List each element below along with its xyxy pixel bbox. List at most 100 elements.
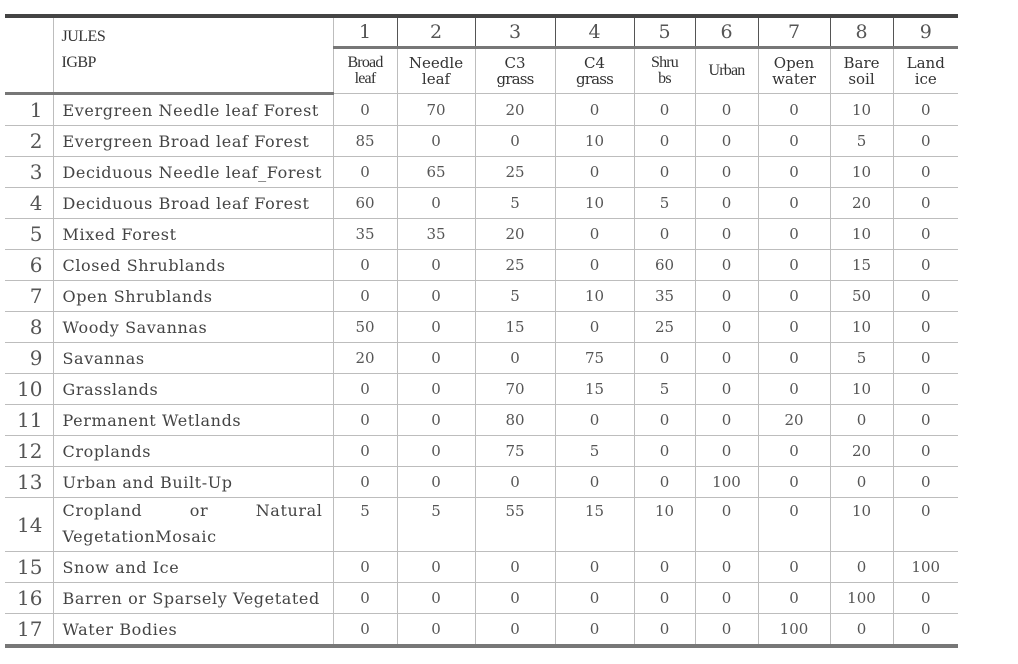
fraction-cell: 15 bbox=[829, 249, 894, 281]
igbp-class-name: Urban and Built-Up bbox=[52, 466, 334, 498]
fraction-cell: 0 bbox=[396, 582, 476, 614]
fraction-cell: 10 bbox=[829, 497, 894, 552]
fraction-cell: 0 bbox=[633, 582, 696, 614]
fraction-cell: 10 bbox=[829, 93, 894, 126]
fraction-cell: 5 bbox=[474, 187, 556, 219]
label-line: leaf bbox=[354, 70, 377, 87]
fraction-cell: 50 bbox=[829, 280, 894, 312]
fraction-cell: 5 bbox=[474, 280, 556, 312]
fraction-cell: 0 bbox=[396, 249, 476, 281]
fraction-cell: 0 bbox=[694, 156, 759, 188]
label-line: leaf bbox=[421, 70, 451, 88]
fraction-cell: 0 bbox=[892, 311, 958, 343]
fraction-cell: 0 bbox=[757, 311, 831, 343]
fraction-cell: 0 bbox=[332, 373, 398, 405]
jules-col-num: 3 bbox=[474, 15, 556, 48]
igbp-class-name: Croplands bbox=[52, 435, 334, 467]
fraction-cell: 0 bbox=[633, 551, 696, 583]
fraction-cell: 5 bbox=[554, 435, 635, 467]
fraction-cell: 10 bbox=[829, 373, 894, 405]
fraction-cell: 0 bbox=[892, 93, 958, 126]
fraction-cell: 0 bbox=[694, 342, 759, 374]
fraction-cell: 0 bbox=[554, 156, 635, 188]
table-row: 4 Deciduous Broad leaf Forest 60 0 5 10 5 0 0 20 0 bbox=[5, 187, 958, 219]
fraction-cell: 0 bbox=[694, 551, 759, 583]
fraction-cell: 0 bbox=[892, 125, 958, 157]
igbp-class-number: 11 bbox=[5, 404, 54, 436]
jules-col-num: 2 bbox=[396, 15, 476, 48]
fraction-cell: 0 bbox=[829, 551, 894, 583]
igbp-class-name: Permanent Wetlands bbox=[52, 404, 334, 436]
igbp-class-number: 5 bbox=[5, 218, 54, 250]
igbp-class-name: Deciduous Broad leaf Forest bbox=[52, 187, 334, 219]
fraction-cell: 0 bbox=[757, 280, 831, 312]
jules-col-num: 1 bbox=[332, 15, 398, 48]
fraction-cell: 0 bbox=[633, 93, 696, 126]
fraction-cell: 0 bbox=[757, 342, 831, 374]
igbp-class-name: Mixed Forest bbox=[52, 218, 334, 250]
igbp-class-number: 16 bbox=[5, 582, 54, 614]
header-row-numbers: JULES IGBP 1 2 3 4 5 6 7 8 9 bbox=[5, 15, 958, 95]
fraction-cell: 0 bbox=[633, 342, 696, 374]
igbp-class-name: Woody Savannas bbox=[52, 311, 334, 343]
fraction-cell: 0 bbox=[396, 551, 476, 583]
fraction-cell: 0 bbox=[757, 218, 831, 250]
fraction-cell: 0 bbox=[633, 156, 696, 188]
fraction-cell: 0 bbox=[757, 582, 831, 614]
fraction-cell: 65 bbox=[396, 156, 476, 188]
fraction-cell: 0 bbox=[757, 435, 831, 467]
fraction-cell: 0 bbox=[332, 156, 398, 188]
fraction-cell: 0 bbox=[396, 342, 476, 374]
igbp-class-number: 15 bbox=[5, 551, 54, 583]
fraction-cell: 0 bbox=[396, 613, 476, 647]
table-row: 14 Cropland or Natural VegetationMosaic 5 5 55 1… bbox=[5, 497, 958, 552]
name-word: Cropland bbox=[62, 501, 143, 520]
jules-col-num: 8 bbox=[829, 15, 894, 48]
fraction-cell: 0 bbox=[757, 187, 831, 219]
fraction-cell: 35 bbox=[396, 218, 476, 250]
fraction-cell: 0 bbox=[892, 373, 958, 405]
igbp-class-name: Cropland or Natural VegetationMosaic bbox=[52, 497, 334, 552]
fraction-cell: 35 bbox=[633, 280, 696, 312]
label-line: C4 bbox=[583, 54, 606, 72]
igbp-class-number: 1 bbox=[5, 93, 54, 126]
table-row: 16 Barren or Sparsely Vegetated 0 0 0 0 0 0 0 100… bbox=[5, 582, 958, 614]
igbp-class-name: Evergreen Needle leaf Forest bbox=[52, 93, 334, 126]
label-line: Urban bbox=[708, 62, 746, 79]
table-row: 5 Mixed Forest 35 35 20 0 0 0 0 10 0 bbox=[5, 218, 958, 250]
fraction-cell: 0 bbox=[332, 93, 398, 126]
fraction-cell: 25 bbox=[474, 156, 556, 188]
fraction-cell: 0 bbox=[757, 249, 831, 281]
fraction-cell: 0 bbox=[474, 342, 556, 374]
fraction-cell: 0 bbox=[474, 551, 556, 583]
igbp-to-jules-table: JULES IGBP 1 2 3 4 5 6 7 8 9 Broad leaf N… bbox=[5, 14, 958, 648]
fraction-cell: 0 bbox=[694, 311, 759, 343]
fraction-cell: 0 bbox=[554, 311, 635, 343]
fraction-cell: 0 bbox=[757, 373, 831, 405]
jules-col-label: Shru bs bbox=[633, 46, 696, 94]
fraction-cell: 0 bbox=[332, 613, 398, 647]
fraction-cell: 0 bbox=[554, 466, 635, 498]
name-line-1: Cropland or Natural bbox=[62, 499, 333, 525]
fraction-cell: 0 bbox=[694, 125, 759, 157]
label-line: grass bbox=[575, 70, 614, 88]
fraction-cell: 25 bbox=[633, 311, 696, 343]
igbp-class-number: 9 bbox=[5, 342, 54, 374]
fraction-cell: 25 bbox=[474, 249, 556, 281]
table-row: 15 Snow and Ice 0 0 0 0 0 0 0 0 100 bbox=[5, 551, 958, 583]
fraction-cell: 0 bbox=[829, 404, 894, 436]
fraction-cell: 0 bbox=[829, 466, 894, 498]
fraction-cell: 0 bbox=[694, 93, 759, 126]
jules-col-num: 4 bbox=[554, 15, 635, 48]
fraction-cell: 0 bbox=[694, 187, 759, 219]
table-body: 1 Evergreen Needle leaf Forest 0 70 20 0 0 0 0 10… bbox=[5, 93, 958, 647]
fraction-cell: 0 bbox=[332, 551, 398, 583]
igbp-class-number: 3 bbox=[5, 156, 54, 188]
fraction-cell: 0 bbox=[694, 249, 759, 281]
label-line: bs bbox=[658, 70, 671, 87]
jules-col-label: Open water bbox=[757, 46, 831, 94]
fraction-cell: 75 bbox=[554, 342, 635, 374]
igbp-class-name: Barren or Sparsely Vegetated bbox=[52, 582, 334, 614]
fraction-cell: 0 bbox=[633, 125, 696, 157]
fraction-cell: 15 bbox=[474, 311, 556, 343]
